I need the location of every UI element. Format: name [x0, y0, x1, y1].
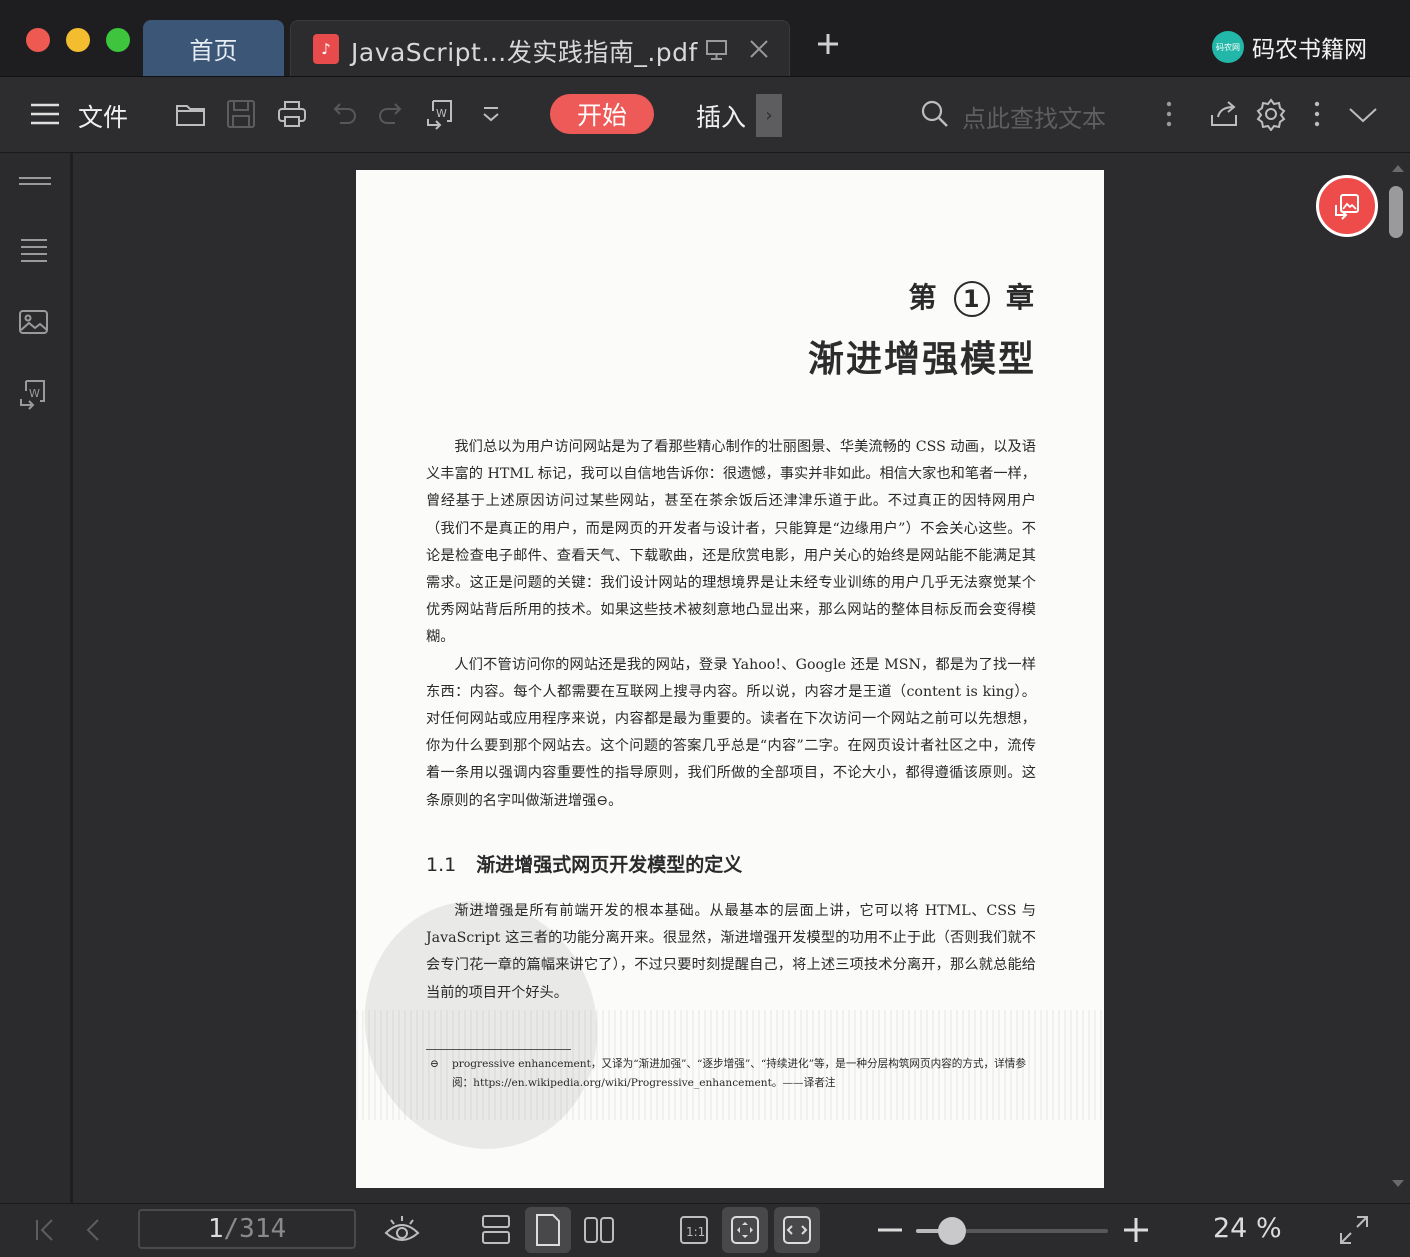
current-page: 1	[207, 1214, 224, 1244]
first-page-icon[interactable]	[26, 1211, 64, 1249]
minimize-window-icon[interactable]	[66, 28, 90, 52]
fit-width-icon[interactable]	[774, 1207, 820, 1253]
chapter-body: 我们总以为用户访问网站是为了看那些精心制作的壮丽图景、华美流畅的 CSS 动画，…	[426, 434, 1036, 815]
convert-icon[interactable]: W	[17, 377, 51, 411]
pdf-page: 第 1 章 渐进增强模型 我们总以为用户访问网站是为了看那些精心制作的壮丽图景、…	[356, 170, 1104, 1188]
section-body: 渐进增强是所有前端开发的根本基础。从最基本的层面上讲，它可以将 HTML、CSS…	[426, 898, 1036, 1007]
more-vertical-icon[interactable]	[1300, 97, 1334, 131]
more-vertical-icon[interactable]	[1152, 97, 1186, 131]
save-icon[interactable]	[224, 97, 258, 131]
tab-document[interactable]: ♪ JavaScript…发实践指南_.pdf	[290, 20, 790, 76]
single-page-icon[interactable]	[525, 1207, 571, 1253]
zoom-slider-knob[interactable]	[938, 1217, 966, 1245]
outline-icon[interactable]	[17, 233, 51, 267]
chapter-title: 渐进增强模型	[807, 339, 1036, 380]
paragraph: 人们不管访问你的网站还是我的网站，登录 Yahoo!、Google 还是 MSN…	[426, 656, 1036, 809]
tab-home-label: 首页	[189, 36, 238, 65]
brand: 码农网 码农书籍网	[1212, 30, 1367, 64]
pdf-file-icon: ♪	[313, 34, 339, 64]
double-page-icon[interactable]	[580, 1211, 618, 1249]
scroll-up-icon[interactable]	[1391, 163, 1405, 173]
more-tabs-arrow[interactable]: ›	[756, 94, 782, 137]
search-icon[interactable]	[918, 97, 952, 131]
redo-icon[interactable]	[375, 97, 409, 131]
title-bar: 首页 ♪ JavaScript…发实践指南_.pdf 码农网 码农书籍网	[0, 0, 1410, 77]
settings-icon[interactable]	[1254, 97, 1288, 132]
brand-logo: 码农网	[1212, 31, 1244, 63]
paragraph: 渐进增强是所有前端开发的根本基础。从最基本的层面上讲，它可以将 HTML、CSS…	[426, 903, 1036, 1001]
scrollbar-thumb[interactable]	[1389, 186, 1403, 238]
zoom-level[interactable]: 24 %	[1213, 1213, 1282, 1244]
tab-document-label: JavaScript…发实践指南_.pdf	[351, 38, 698, 67]
chapter-number: 第 1 章	[908, 276, 1036, 317]
chapter-suffix: 章	[1005, 281, 1036, 314]
file-menu[interactable]: 文件	[78, 98, 128, 134]
pdf-to-image-icon	[1335, 194, 1359, 220]
close-tab-icon[interactable]	[748, 38, 770, 60]
section-number: 1.1	[426, 854, 457, 876]
search-input[interactable]: 点此查找文本	[962, 99, 1106, 134]
zoom-in-icon[interactable]	[1117, 1211, 1155, 1249]
continuous-scroll-icon[interactable]	[477, 1211, 515, 1249]
chevron-down-icon[interactable]	[474, 97, 508, 131]
toolbar: 文件 W 开始 插入 › 点此查找文本	[0, 77, 1410, 153]
total-pages: /314	[223, 1214, 287, 1244]
chapter-number-circle: 1	[954, 281, 991, 317]
eye-protection-icon[interactable]	[383, 1211, 421, 1249]
close-window-icon[interactable]	[26, 28, 50, 52]
print-icon[interactable]	[275, 97, 309, 131]
share-icon[interactable]	[1207, 97, 1241, 131]
tab-start[interactable]: 开始	[550, 94, 654, 134]
tab-insert[interactable]: 插入	[696, 98, 746, 134]
footnote-rule	[426, 1049, 571, 1050]
svg-text:W: W	[29, 387, 40, 400]
hamburger-menu-icon[interactable]	[28, 97, 62, 131]
fit-page-icon[interactable]	[722, 1207, 768, 1253]
fullscreen-icon[interactable]	[1335, 1211, 1373, 1249]
brand-name: 码农书籍网	[1252, 37, 1367, 63]
present-icon[interactable]	[705, 39, 729, 61]
open-folder-icon[interactable]	[174, 97, 208, 131]
undo-icon[interactable]	[326, 97, 360, 131]
pdf-to-word-icon[interactable]: W	[424, 97, 458, 131]
footnote: ⊖ progressive enhancement，又译为“渐进加强”、“逐步增…	[430, 1055, 1042, 1093]
footnote-marker: ⊖	[430, 1058, 439, 1070]
vertical-scrollbar[interactable]	[1385, 153, 1410, 1203]
pdf-to-image-button[interactable]	[1316, 175, 1378, 237]
status-bar: 1/314 1:1 24 %	[0, 1203, 1410, 1257]
maximize-window-icon[interactable]	[106, 28, 130, 52]
section-heading: 1.1 渐进增强式网页开发模型的定义	[426, 850, 742, 877]
zoom-out-icon[interactable]	[871, 1211, 909, 1249]
image-icon[interactable]	[17, 305, 51, 339]
prev-page-icon[interactable]	[74, 1211, 112, 1249]
scroll-down-icon[interactable]	[1391, 1179, 1405, 1189]
paragraph: 我们总以为用户访问网站是为了看那些精心制作的壮丽图景、华美流畅的 CSS 动画，…	[426, 439, 1036, 646]
chapter-prefix: 第	[908, 281, 939, 314]
actual-size-icon[interactable]: 1:1	[675, 1211, 713, 1249]
collapse-icon[interactable]	[1346, 97, 1380, 131]
section-title: 渐进增强式网页开发模型的定义	[476, 854, 743, 876]
new-tab-icon[interactable]	[814, 30, 842, 58]
page-number-input[interactable]: 1/314	[138, 1209, 356, 1249]
svg-text:W: W	[436, 107, 447, 120]
thumbnails-icon[interactable]	[17, 165, 51, 199]
footnote-text: progressive enhancement，又译为“渐进加强”、“逐步增强”…	[452, 1058, 1026, 1089]
svg-text:1:1: 1:1	[686, 1225, 705, 1239]
tab-home[interactable]: 首页	[143, 20, 284, 76]
left-sidebar: W	[0, 153, 73, 1203]
